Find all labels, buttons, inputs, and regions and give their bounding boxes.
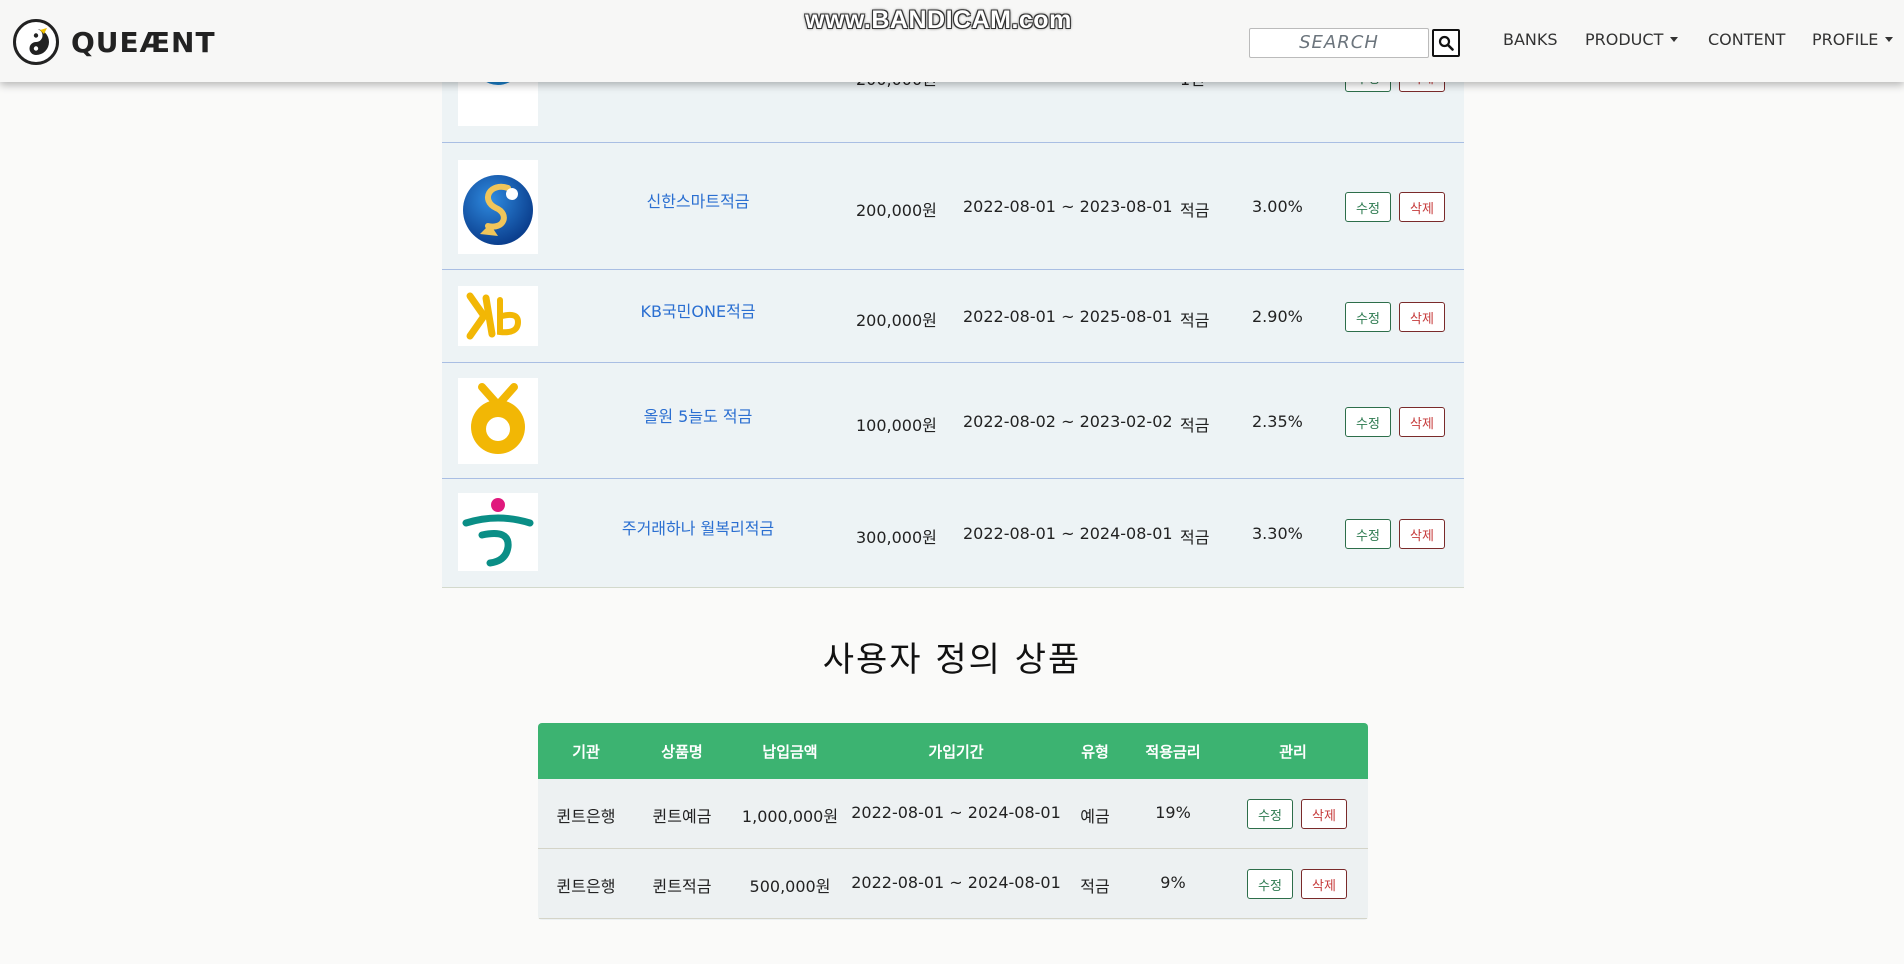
chevron-down-icon [1885, 37, 1894, 42]
navbar: QUEÆNT www.BANDICAM.com SEARCH BANKS PRO… [0, 0, 1904, 82]
recorder-watermark: www.BANDICAM.com [805, 6, 1072, 34]
delete-button[interactable]: 삭제 [1301, 869, 1347, 899]
rate-cell: 3.30% [1252, 524, 1303, 543]
table-row: 퀸트은행 퀸트예금 1,000,000원 2022-08-01 ~ 2024-0… [538, 779, 1368, 849]
type-cell: 적금 [1080, 877, 1110, 896]
period-cell: 2022-08-01 ~ 2025-08-01 [963, 307, 1173, 326]
rate-cell: 19% [1155, 803, 1191, 822]
delete-button[interactable]: 삭제 [1399, 192, 1445, 222]
rate-cell: 2.90% [1252, 307, 1303, 326]
search-button[interactable] [1432, 29, 1460, 57]
nav-content[interactable]: CONTENT [1708, 30, 1785, 49]
kb-logo [458, 286, 538, 346]
header-amount: 납입금액 [762, 743, 818, 761]
brand-name: QUEÆNT [71, 25, 216, 59]
header-type: 유형 [1081, 743, 1109, 761]
product-name-link[interactable]: 주거래하나 월복리적금 [578, 515, 818, 539]
institution-cell: 퀸트은행 [556, 877, 616, 896]
amount-cell: 100,000원 [856, 416, 937, 435]
rate-cell: 3.00% [1252, 197, 1303, 216]
brand-logo-icon [13, 19, 59, 65]
nh-logo [458, 378, 538, 464]
table-row: 주거래하나 월복리적금 300,000원 2022-08-01 ~ 2024-0… [442, 479, 1464, 588]
amount-cell: 500,000원 [749, 877, 831, 896]
nav-profile-label: PROFILE [1812, 30, 1879, 49]
hana-logo [458, 493, 538, 571]
table-header: 기관 상품명 납입금액 가입기간 유형 적용금리 관리 [538, 723, 1368, 779]
edit-button[interactable]: 수정 [1247, 869, 1293, 899]
header-rate: 적용금리 [1145, 743, 1201, 761]
type-cell: 적금 [1180, 311, 1210, 330]
header-product-name: 상품명 [661, 743, 703, 761]
nav-profile-dropdown[interactable]: PROFILE [1812, 30, 1894, 49]
period-cell: 2022-08-01 ~ 2024-08-01 [963, 524, 1173, 543]
rate-cell: 2.35% [1252, 412, 1303, 431]
delete-button[interactable]: 삭제 [1399, 407, 1445, 437]
nav-product-label: PRODUCT [1585, 30, 1664, 49]
delete-button[interactable]: 삭제 [1301, 799, 1347, 829]
product-name-link[interactable]: 신한스마트적금 [578, 188, 818, 212]
product-name-cell: 퀸트적금 [652, 877, 712, 896]
edit-button[interactable]: 수정 [1345, 302, 1391, 332]
edit-button[interactable]: 수정 [1345, 192, 1391, 222]
amount-cell: 1,000,000원 [741, 807, 839, 826]
table-row: 신한스마트적금 200,000원 2022-08-01 ~ 2023-08-01… [442, 143, 1464, 270]
edit-button[interactable]: 수정 [1345, 519, 1391, 549]
delete-button[interactable]: 삭제 [1399, 302, 1445, 332]
type-cell: 적금 [1180, 416, 1210, 435]
amount-cell: 300,000원 [856, 528, 937, 547]
brand-logo-link[interactable]: QUEÆNT [13, 17, 216, 67]
table-row: 퀸트은행 퀸트적금 500,000원 2022-08-01 ~ 2024-08-… [538, 849, 1368, 919]
type-cell: 예금 [1080, 807, 1110, 826]
amount-cell: 200,000원 [856, 201, 937, 220]
amount-cell: 200,000원 [856, 311, 937, 330]
custom-products-title: 사용자 정의 상품 [822, 640, 1082, 680]
period-cell: 2022-08-01 ~ 2024-08-01 [851, 873, 1061, 892]
header-manage: 관리 [1279, 743, 1307, 761]
table-row: KB국민ONE적금 200,000원 2022-08-01 ~ 2025-08-… [442, 270, 1464, 363]
rate-cell: 9% [1160, 873, 1186, 892]
edit-button[interactable]: 수정 [1247, 799, 1293, 829]
shinhan-logo [458, 160, 538, 254]
nav-banks[interactable]: BANKS [1503, 30, 1558, 49]
delete-button[interactable]: 삭제 [1399, 519, 1445, 549]
period-cell: 2022-08-02 ~ 2023-02-02 [963, 412, 1173, 431]
header-period: 가입기간 [928, 743, 984, 761]
chevron-down-icon [1670, 37, 1679, 42]
type-cell: 적금 [1180, 201, 1210, 220]
bank-products-table: 200,000원 2022-08-01 ~ 2023-08-01 1년 2.00… [442, 0, 1464, 588]
header-institution: 기관 [572, 743, 600, 761]
product-name-link[interactable]: KB국민ONE적금 [578, 298, 818, 322]
edit-button[interactable]: 수정 [1345, 407, 1391, 437]
search-icon [1438, 35, 1454, 51]
table-row: 올원 5늘도 적금 100,000원 2022-08-02 ~ 2023-02-… [442, 363, 1464, 479]
type-cell: 적금 [1180, 528, 1210, 547]
product-name-link[interactable]: 올원 5늘도 적금 [578, 403, 818, 427]
nav-product-dropdown[interactable]: PRODUCT [1585, 30, 1679, 49]
search-input[interactable]: SEARCH [1249, 28, 1429, 58]
period-cell: 2022-08-01 ~ 2024-08-01 [851, 803, 1061, 822]
institution-cell: 퀸트은행 [556, 807, 616, 826]
custom-products-table: 기관 상품명 납입금액 가입기간 유형 적용금리 관리 퀸트은행 퀸트예금 1,… [538, 723, 1368, 920]
period-cell: 2022-08-01 ~ 2023-08-01 [963, 197, 1173, 216]
product-name-cell: 퀸트예금 [652, 807, 712, 826]
